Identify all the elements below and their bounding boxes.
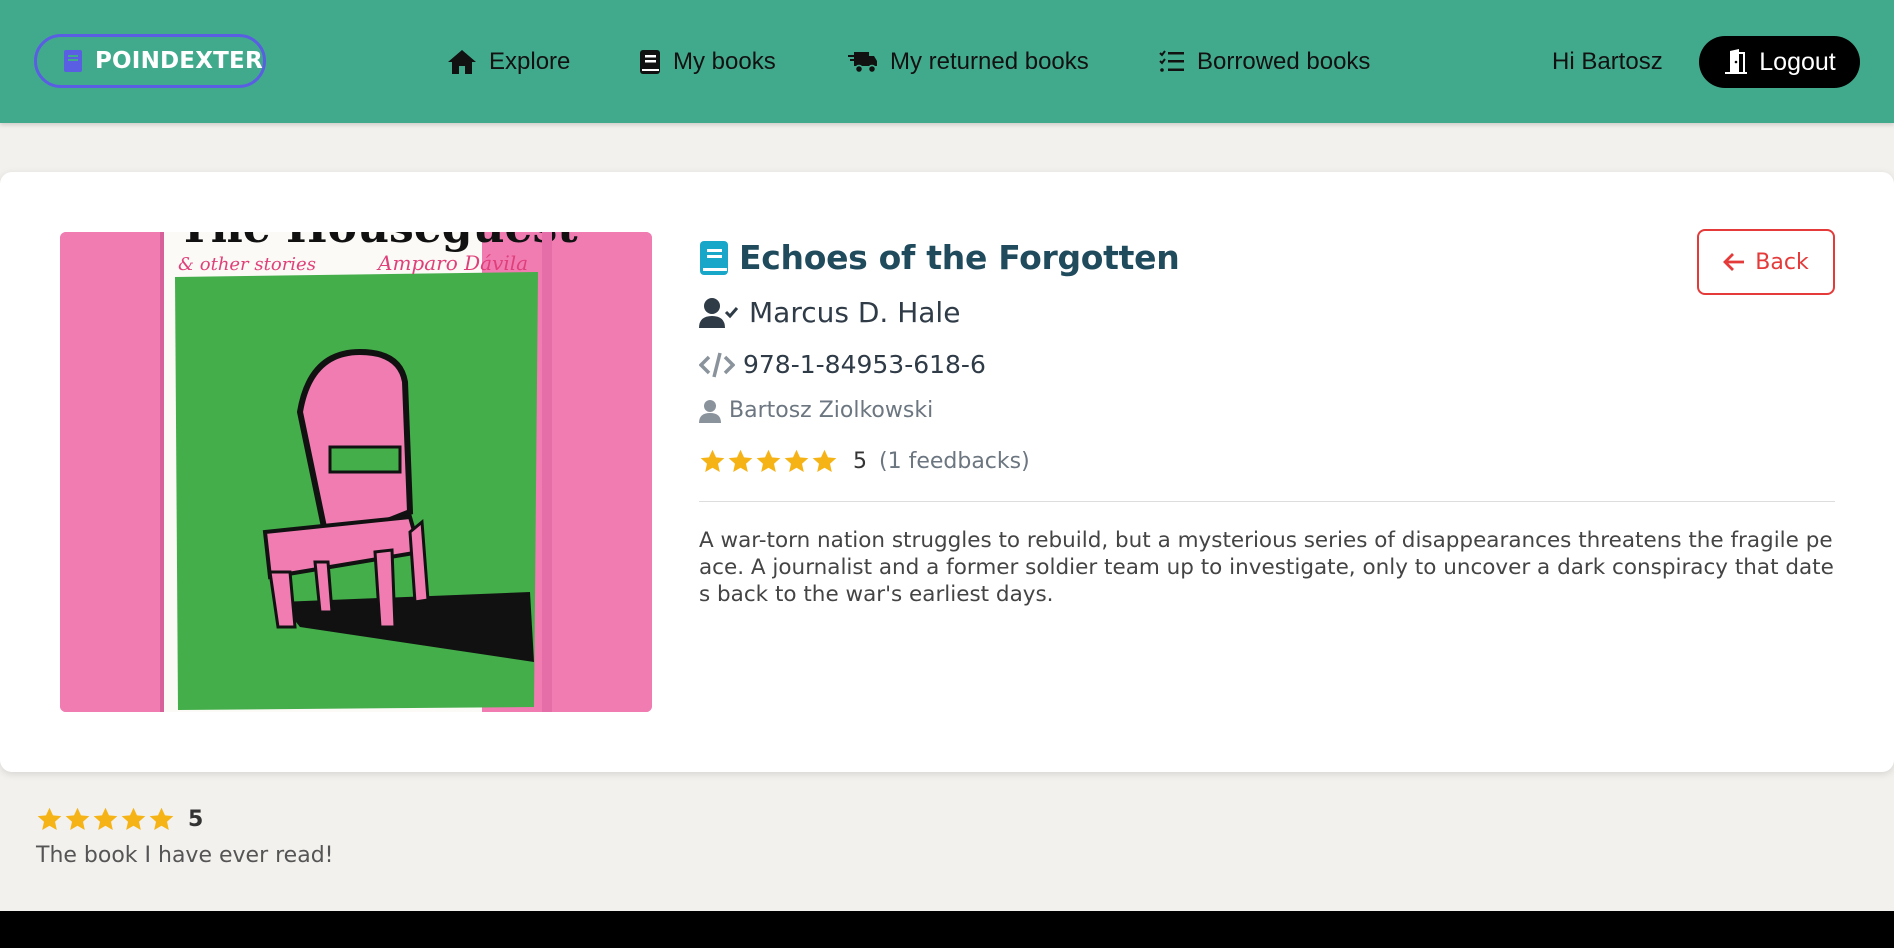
nav-my-books[interactable]: My books <box>639 42 776 82</box>
nav-my-returned-books[interactable]: My returned books <box>848 42 1089 82</box>
book-isbn-row: 978-1-84953-618-6 <box>699 350 986 379</box>
list-check-icon <box>1159 50 1184 72</box>
star-icon <box>784 449 809 472</box>
star-icon <box>121 807 146 830</box>
nav-my-books-label: My books <box>673 48 776 75</box>
back-button[interactable]: Back <box>1697 229 1835 295</box>
book-icon <box>64 50 82 72</box>
top-navbar: POINDEXTER Explore My books My returned … <box>0 0 1894 123</box>
user-greeting: Hi Bartosz <box>1552 48 1663 75</box>
rating-stars <box>699 448 839 475</box>
star-icon <box>65 807 90 830</box>
divider <box>699 501 1835 502</box>
star-icon <box>37 807 62 830</box>
brand-logo-button[interactable]: POINDEXTER <box>34 34 266 88</box>
back-label: Back <box>1755 249 1809 275</box>
star-icon <box>728 449 753 472</box>
nav-borrowed-books[interactable]: Borrowed books <box>1159 42 1370 82</box>
cover-title-text: The Houseguest <box>178 232 578 253</box>
logout-button[interactable]: Logout <box>1699 36 1860 88</box>
star-icon <box>149 807 174 830</box>
star-icon <box>756 449 781 472</box>
footer-bar <box>0 911 1894 948</box>
door-open-icon <box>1725 49 1748 74</box>
arrow-left-icon <box>1723 253 1745 271</box>
truck-icon <box>848 52 877 74</box>
book-owner: Bartosz Ziolkowski <box>729 398 934 423</box>
book-icon <box>640 50 660 74</box>
nav-explore-label: Explore <box>489 48 571 75</box>
book-author-row: Marcus D. Hale <box>699 296 960 329</box>
rating-value: 5 <box>853 449 867 474</box>
code-icon <box>699 352 735 377</box>
review-item: 5 The book I have ever read! <box>36 806 333 868</box>
book-description: A war-torn nation struggles to rebuild, … <box>699 528 1834 607</box>
review-comment: The book I have ever read! <box>36 843 334 868</box>
star-icon <box>93 807 118 830</box>
home-icon <box>448 50 476 74</box>
book-detail-card: The Houseguest & other stories Amparo Dá… <box>0 172 1894 772</box>
review-score: 5 <box>188 807 204 832</box>
nav-borrowed-books-label: Borrowed books <box>1197 48 1371 75</box>
user-check-icon <box>699 297 739 328</box>
review-stars <box>36 806 176 833</box>
book-rating-row: 5 (1 feedbacks) <box>699 448 1030 475</box>
book-isbn: 978-1-84953-618-6 <box>743 350 986 379</box>
book-author: Marcus D. Hale <box>749 296 961 329</box>
logout-label: Logout <box>1759 47 1836 76</box>
book-icon <box>700 240 728 275</box>
star-icon <box>700 449 725 472</box>
cover-subtitle-text: & other stories <box>178 254 316 275</box>
nav-explore[interactable]: Explore <box>447 42 570 82</box>
book-title: Echoes of the Forgotten <box>739 238 1180 277</box>
book-title-row: Echoes of the Forgotten <box>699 238 1180 277</box>
book-owner-row: Bartosz Ziolkowski <box>699 398 933 423</box>
brand-name: POINDEXTER <box>95 48 263 74</box>
nav-my-returned-books-label: My returned books <box>890 48 1089 75</box>
star-icon <box>812 449 837 472</box>
cover-author-text: Amparo Dávila <box>376 251 528 275</box>
feedback-count: (1 feedbacks) <box>879 449 1030 474</box>
user-icon <box>699 399 721 423</box>
book-cover-image: The Houseguest & other stories Amparo Dá… <box>60 232 652 712</box>
